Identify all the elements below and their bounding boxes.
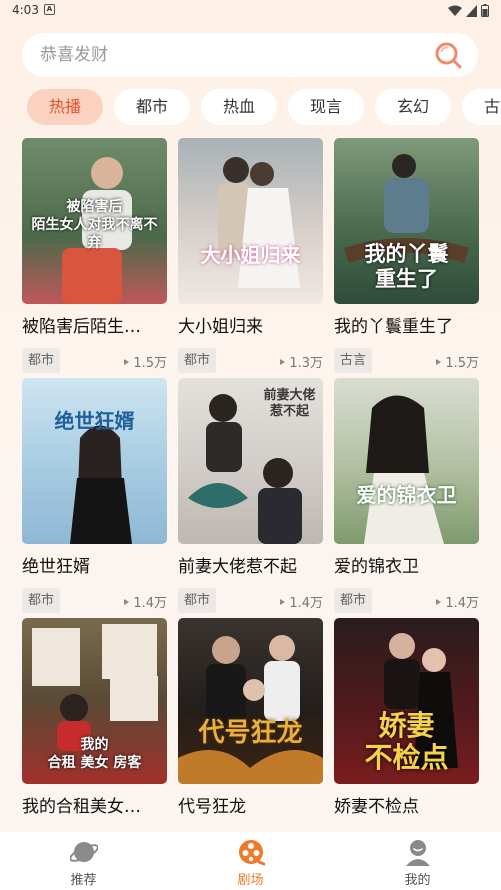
search-input[interactable] — [40, 33, 430, 77]
drama-poster[interactable]: 我的丫鬟 重生了 — [334, 138, 479, 304]
drama-title[interactable]: 前妻大佬惹不起 — [178, 556, 323, 578]
genre-tag: 都市 — [22, 588, 61, 613]
notification-a-icon: A — [44, 4, 55, 15]
poster-title: 娇妻 不检点 — [364, 709, 449, 774]
poster-art — [70, 425, 132, 544]
status-icons — [448, 4, 489, 17]
genre-tag: 都市 — [178, 348, 217, 373]
genre-tag: 古言 — [334, 348, 373, 373]
drama-poster[interactable]: 代号狂龙 — [178, 618, 323, 784]
drama-title[interactable]: 我的丫鬟重生了 — [334, 316, 479, 338]
nav-recommend[interactable]: 推荐 — [0, 832, 167, 890]
drama-card[interactable]: 娇妻 不检点 娇妻不检点 — [334, 618, 479, 818]
drama-meta: 都市 1.4万 — [22, 588, 167, 613]
view-count-value: 1.4万 — [445, 596, 479, 611]
poster-title: 我的 合租 美女 房客 — [47, 737, 142, 771]
poster-art — [364, 395, 444, 544]
drama-poster[interactable]: 娇妻 不检点 — [334, 618, 479, 784]
tab-ancient-romance[interactable]: 古言 — [462, 89, 501, 125]
category-tabs: 热播 都市 热血 现言 玄幻 古言 — [27, 89, 501, 125]
view-count: 1.5万 — [436, 352, 479, 371]
drama-card[interactable]: 绝世狂婿 绝世狂婿 都市 1.4万 — [22, 378, 167, 613]
search-bar[interactable] — [22, 33, 478, 77]
signal-icon — [466, 4, 477, 17]
tab-urban[interactable]: 都市 — [114, 89, 190, 125]
drama-poster[interactable]: 我的 合租 美女 房客 — [22, 618, 167, 784]
view-count-value: 1.4万 — [133, 596, 167, 611]
poster-title: 大小姐归来 — [200, 243, 301, 267]
drama-card[interactable]: 代号狂龙 代号狂龙 — [178, 618, 323, 818]
drama-poster[interactable]: 被陷害后 陌生女人对我不离不弃 — [22, 138, 167, 304]
drama-title[interactable]: 被陷害后陌生… — [22, 316, 167, 338]
view-count: 1.4万 — [436, 592, 479, 611]
tab-fantasy[interactable]: 玄幻 — [375, 89, 451, 125]
drama-poster[interactable]: 绝世狂婿 — [22, 378, 167, 544]
nav-label: 剧场 — [237, 873, 264, 888]
poster-title: 我的丫鬟 重生了 — [364, 242, 449, 291]
poster-title: 被陷害后 陌生女人对我不离不弃 — [31, 199, 158, 251]
drama-card[interactable]: 前妻大佬 惹不起 前妻大佬惹不起 都市 1.4万 — [178, 378, 323, 613]
drama-meta: 古言 1.5万 — [334, 348, 479, 373]
drama-title[interactable]: 我的合租美女… — [22, 796, 167, 818]
view-count-value: 1.5万 — [133, 356, 167, 371]
drama-meta: 都市 1.4万 — [178, 588, 323, 613]
poster-art — [218, 157, 300, 288]
drama-meta: 都市 1.4万 — [334, 588, 479, 613]
bottom-navigation: 推荐 剧场 我的 — [0, 832, 501, 890]
genre-tag: 都市 — [178, 588, 217, 613]
nav-mine[interactable]: 我的 — [334, 832, 501, 890]
drama-poster[interactable]: 前妻大佬 惹不起 — [178, 378, 323, 544]
drama-title[interactable]: 代号狂龙 — [178, 796, 323, 818]
status-bar: 4:03 A — [0, 0, 501, 22]
play-count-icon — [280, 598, 286, 605]
view-count-value: 1.3万 — [289, 356, 323, 371]
search-icon[interactable] — [434, 41, 462, 69]
drama-card[interactable]: 我的 合租 美女 房客 我的合租美女… — [22, 618, 167, 818]
drama-poster[interactable]: 爱的锦衣卫 — [334, 378, 479, 544]
drama-meta: 都市 1.3万 — [178, 348, 323, 373]
drama-poster[interactable]: 大小姐归来 — [178, 138, 323, 304]
view-count-value: 1.5万 — [445, 356, 479, 371]
view-count: 1.3万 — [280, 352, 323, 371]
play-count-icon — [436, 598, 442, 605]
wifi-icon — [448, 5, 462, 16]
drama-meta: 都市 1.5万 — [22, 348, 167, 373]
film-reel-icon — [238, 840, 265, 866]
play-count-icon — [436, 358, 442, 365]
poster-title: 代号狂龙 — [198, 718, 303, 748]
drama-title[interactable]: 绝世狂婿 — [22, 556, 167, 578]
drama-title[interactable]: 爱的锦衣卫 — [334, 556, 479, 578]
nav-theater[interactable]: 剧场 — [167, 832, 334, 890]
tab-hot[interactable]: 热播 — [27, 89, 103, 125]
status-time: 4:03 — [12, 3, 39, 17]
poster-title: 前妻大佬 惹不起 — [263, 388, 316, 419]
view-count: 1.4万 — [280, 592, 323, 611]
view-count: 1.4万 — [124, 592, 167, 611]
nav-label: 推荐 — [70, 873, 97, 888]
tab-passion[interactable]: 热血 — [201, 89, 277, 125]
poster-art — [178, 635, 323, 784]
poster-title: 绝世狂婿 — [54, 409, 135, 433]
genre-tag: 都市 — [22, 348, 61, 373]
user-icon — [405, 840, 430, 866]
genre-tag: 都市 — [334, 588, 373, 613]
drama-card[interactable]: 我的丫鬟 重生了 我的丫鬟重生了 古言 1.5万 — [334, 138, 479, 373]
play-count-icon — [280, 358, 286, 365]
drama-title[interactable]: 娇妻不检点 — [334, 796, 479, 818]
battery-icon — [481, 4, 489, 17]
drama-card[interactable]: 爱的锦衣卫 爱的锦衣卫 都市 1.4万 — [334, 378, 479, 613]
tab-modern-romance[interactable]: 现言 — [288, 89, 364, 125]
drama-title[interactable]: 大小姐归来 — [178, 316, 323, 338]
play-count-icon — [124, 358, 130, 365]
drama-card[interactable]: 大小姐归来 大小姐归来 都市 1.3万 — [178, 138, 323, 373]
poster-title: 爱的锦衣卫 — [356, 483, 457, 507]
play-count-icon — [124, 598, 130, 605]
view-count-value: 1.4万 — [289, 596, 323, 611]
drama-card[interactable]: 被陷害后 陌生女人对我不离不弃 被陷害后陌生… 都市 1.5万 — [22, 138, 167, 373]
nav-label: 我的 — [404, 873, 431, 888]
planet-icon — [69, 842, 98, 862]
view-count: 1.5万 — [124, 352, 167, 371]
